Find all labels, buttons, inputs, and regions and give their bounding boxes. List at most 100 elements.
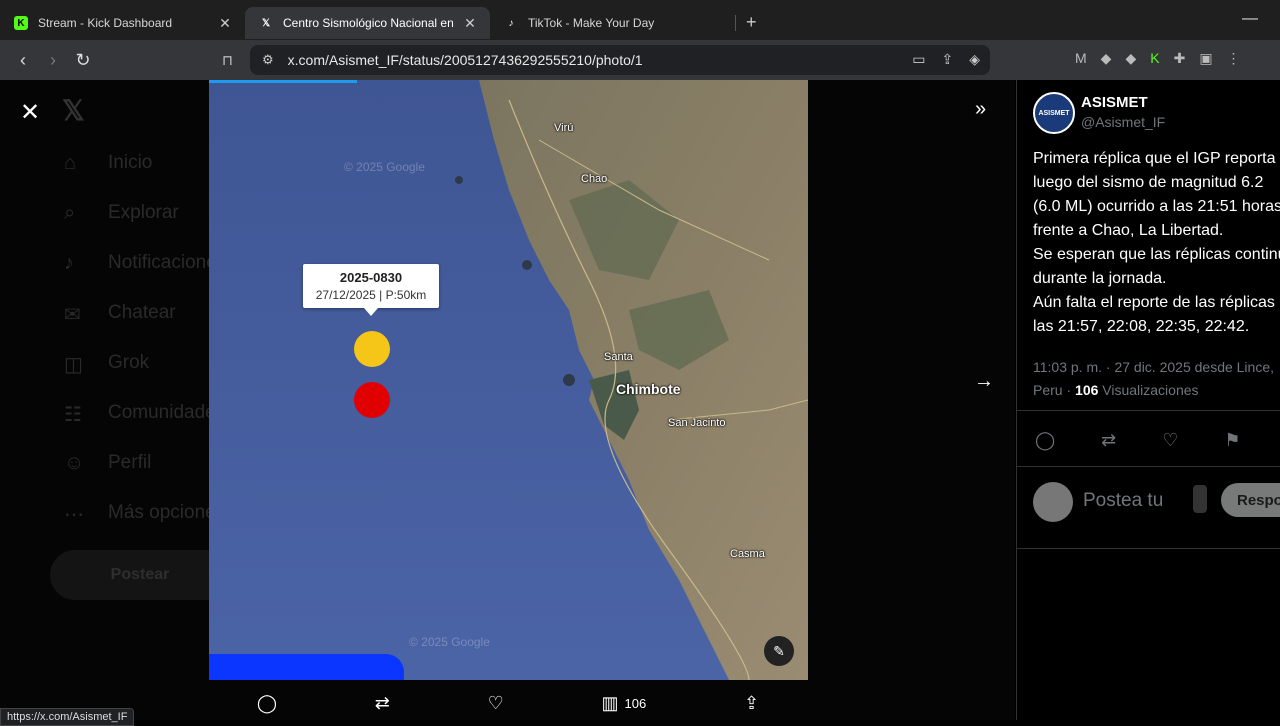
share-icon[interactable]: ⇪	[744, 693, 759, 714]
place-casma: Casma	[730, 548, 765, 560]
user-avatar	[1033, 482, 1073, 522]
place-san-jacinto: San Jacinto	[668, 417, 726, 429]
status-url: https://x.com/Asismet_IF	[0, 708, 135, 726]
tab-x[interactable]: 𝕏 Centro Sismológico Nacional en ✕	[245, 7, 490, 39]
repost-icon[interactable]: ⇄	[1101, 430, 1116, 451]
author-handle[interactable]: @Asismet_IF	[1081, 114, 1165, 130]
expand-icon[interactable]: »	[975, 98, 986, 121]
photo-edit-icon[interactable]: ✎	[764, 636, 794, 666]
extension-k-icon[interactable]: K	[1150, 50, 1159, 67]
map-watermark: © 2025 Google	[344, 160, 425, 174]
like-icon[interactable]: ♡	[1162, 430, 1178, 451]
author-name[interactable]: ASISMET	[1081, 94, 1148, 111]
extension-m-icon[interactable]: M	[1075, 50, 1087, 67]
sidebar-item-home: Inicio	[108, 152, 153, 173]
views-button[interactable]: ▥ 106	[602, 693, 647, 714]
tiktok-icon: ♪	[508, 17, 514, 29]
puzzle-icon[interactable]: ✚	[1174, 50, 1186, 67]
forward-icon[interactable]: ›	[38, 50, 68, 71]
earthquake-popup: 2025-0830 27/12/2025 | P:50km	[303, 264, 439, 316]
share-icon[interactable]: ⇪	[941, 51, 953, 68]
red-epicenter-marker[interactable]	[354, 382, 390, 418]
sidebar-item-explore: Explorar	[108, 202, 179, 223]
blue-overlay-bar	[209, 654, 404, 680]
extensions-area: M ◆ ◆ K ✚ ▣ ⋮	[1075, 50, 1241, 67]
yellow-epicenter-marker[interactable]	[354, 331, 390, 367]
avatar[interactable]: ASISMET	[1033, 92, 1075, 134]
kick-icon: K	[14, 16, 28, 30]
site-info-icon[interactable]: ⚙	[262, 52, 274, 68]
post-line: las 21:57, 22:08, 22:35, 22:42.	[1033, 318, 1250, 335]
tab-separator	[735, 15, 736, 31]
back-icon[interactable]: ‹	[8, 50, 38, 71]
tab-title: TikTok - Make Your Day	[528, 16, 655, 30]
repost-icon[interactable]: ⇄	[375, 693, 390, 714]
reply-input[interactable]: Postea tu	[1083, 490, 1163, 512]
cast-icon[interactable]: ▭	[912, 51, 925, 68]
profile-icon: ☺	[64, 452, 85, 474]
post-line: (6.0 ML) ocurrido a las 21:51 horas	[1033, 198, 1280, 215]
post-line: durante la jornada.	[1033, 270, 1167, 287]
tab-title: Stream - Kick Dashboard	[38, 16, 173, 30]
address-bar[interactable]: ⚙ x.com/Asismet_IF/status/20051274362925…	[250, 45, 990, 75]
views-icon: ▥	[601, 692, 619, 713]
place-santa: Santa	[604, 351, 633, 363]
place-viru: Virú	[554, 122, 574, 134]
sidebar-item-grok: Grok	[108, 352, 150, 373]
sidebar-item-profile: Perfil	[108, 452, 152, 473]
post-detail-panel: ASISMET ASISMET @Asismet_IF Primera répl…	[1016, 80, 1280, 720]
reply-icon[interactable]: ◯	[257, 693, 277, 714]
place-chimbote: Chimbote	[616, 381, 681, 397]
divider	[1017, 410, 1280, 411]
map-photo[interactable]: © 2025 Google © 2025 Google Virú Chao Sa…	[209, 80, 808, 680]
reply-icon[interactable]: ◯	[1035, 430, 1055, 451]
sidebar-toggle-icon[interactable]: ▣	[1199, 50, 1212, 67]
post-text: Primera réplica que el IGP reporta luego…	[1033, 147, 1280, 339]
browser-tab-strip: K Stream - Kick Dashboard ✕ 𝕏 Centro Sis…	[0, 0, 1280, 40]
photo-progress-bar	[209, 80, 357, 83]
divider	[1017, 548, 1280, 549]
divider	[1017, 466, 1280, 467]
close-tab-icon[interactable]: ✕	[217, 15, 233, 32]
extension-shield-icon[interactable]: ◆	[1101, 50, 1112, 67]
reply-stepper[interactable]	[1193, 485, 1207, 513]
place-chao: Chao	[581, 173, 608, 185]
menu-icon[interactable]: ⋮	[1227, 50, 1241, 67]
search-icon: ⌕	[64, 202, 76, 224]
grok-icon: ◫	[64, 354, 83, 376]
post-line: Se esperan que las réplicas continúen	[1033, 246, 1280, 263]
page: 𝕏 ⌂ Inicio ⌕ Explorar ♪ Notificaciones ✉…	[0, 80, 1280, 726]
views-count: 106	[624, 695, 647, 711]
sidebar-item-communities: Comunidades	[108, 402, 226, 423]
home-icon: ⌂	[64, 152, 77, 174]
post-line: luego del sismo de magnitud 6.2	[1033, 174, 1264, 191]
bookmark-icon[interactable]: ⚑	[1224, 430, 1240, 451]
next-photo-icon[interactable]: →	[974, 370, 994, 393]
post-line: frente a Chao, La Libertad.	[1033, 222, 1224, 239]
tab-kick[interactable]: K Stream - Kick Dashboard ✕	[0, 7, 245, 39]
sidebar-item-chat: Chatear	[108, 302, 176, 323]
brave-shield-icon[interactable]: ◈	[969, 51, 980, 68]
bookmark-icon[interactable]: ⊓	[222, 52, 233, 69]
browser-toolbar: ‹ › ↻ ⊓ ⚙ x.com/Asismet_IF/status/200512…	[0, 40, 1280, 80]
new-tab-icon[interactable]: +	[746, 12, 757, 33]
post-line: Aún falta el reporte de las réplicas de	[1033, 294, 1280, 311]
minimize-icon[interactable]: —	[1242, 10, 1258, 28]
reply-button[interactable]: Respo	[1221, 483, 1280, 517]
post-timestamp[interactable]: 11:03 p. m. · 27 dic. 2025 desde Lince,	[1033, 356, 1274, 379]
photo-action-bar: ◯ ⇄ ♡ ▥ 106 ⇪	[208, 686, 808, 720]
url-text: x.com/Asismet_IF/status/2005127436292555…	[287, 52, 643, 68]
close-icon[interactable]: ✕	[20, 98, 40, 127]
mail-icon: ✉	[64, 304, 81, 326]
post-button-ghost: Postear	[50, 550, 230, 600]
map-terrain	[209, 80, 808, 680]
extension-diamond-icon[interactable]: ◆	[1125, 50, 1136, 67]
x-icon: 𝕏	[261, 17, 271, 29]
x-logo-icon: 𝕏	[62, 95, 85, 126]
close-tab-icon[interactable]: ✕	[462, 15, 478, 32]
communities-icon: ☷	[64, 404, 82, 426]
like-icon[interactable]: ♡	[488, 693, 504, 714]
tab-tiktok[interactable]: ♪ TikTok - Make Your Day	[490, 7, 735, 39]
reload-icon[interactable]: ↻	[68, 50, 98, 71]
sidebar-item-more: Más opciones	[108, 502, 226, 523]
